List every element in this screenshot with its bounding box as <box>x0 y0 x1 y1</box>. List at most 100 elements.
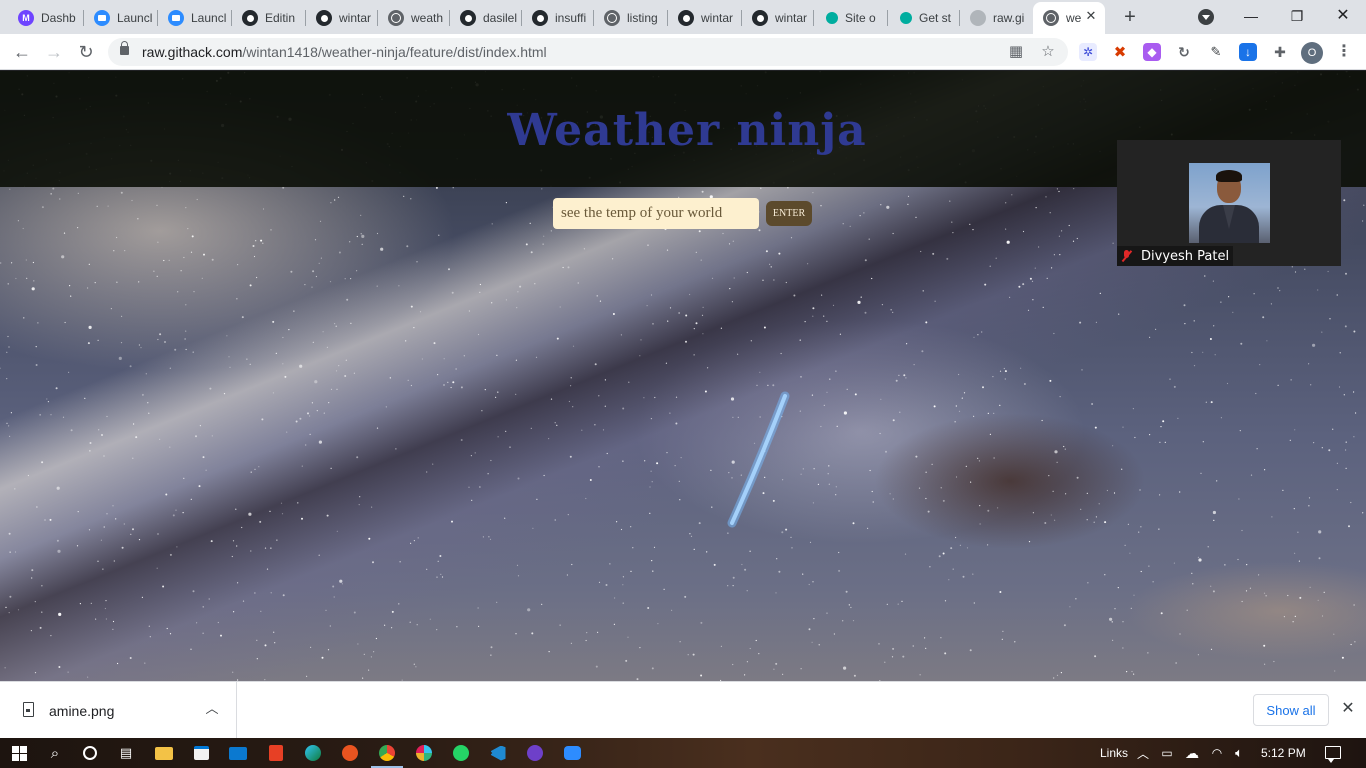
forward-icon[interactable]: → <box>42 40 66 64</box>
minimize-icon[interactable]: — <box>1228 0 1274 32</box>
star <box>1122 426 1124 428</box>
url-text[interactable]: raw.githack.com/wintan1418/weather-ninja… <box>142 44 547 60</box>
chrome-icon[interactable] <box>377 743 397 763</box>
close-window-icon[interactable]: ✕ <box>1320 0 1366 32</box>
tab-label: we <box>1066 11 1082 25</box>
star <box>266 568 269 570</box>
star <box>120 342 123 344</box>
show-all-button[interactable]: Show all <box>1253 694 1329 726</box>
tab-12[interactable]: Get st <box>888 4 960 32</box>
github-desktop-icon[interactable] <box>525 743 545 763</box>
cortana-icon[interactable] <box>80 743 100 763</box>
star <box>1048 475 1050 477</box>
store-icon[interactable] <box>191 743 211 763</box>
chevron-up-icon[interactable]: ︿ <box>205 702 219 716</box>
whatsapp-icon[interactable] <box>451 743 471 763</box>
tab-2[interactable]: Launcl <box>158 4 232 32</box>
star <box>360 233 362 235</box>
star <box>429 618 431 620</box>
slack-icon[interactable] <box>414 743 434 763</box>
tab-7[interactable]: insuffi <box>522 4 594 32</box>
star <box>9 188 11 190</box>
star <box>312 270 315 273</box>
notification-center-icon[interactable] <box>1325 746 1341 763</box>
qr-code-icon[interactable]: ▦ <box>1008 44 1024 60</box>
star <box>965 465 967 467</box>
edge-icon[interactable] <box>303 743 323 763</box>
star <box>1241 600 1243 603</box>
star <box>594 363 597 366</box>
city-search-input[interactable] <box>553 197 759 229</box>
tab-1[interactable]: Launcl <box>84 4 158 32</box>
onedrive-cloud-icon[interactable]: ☁ <box>1182 743 1202 763</box>
star <box>531 632 534 635</box>
star <box>205 469 207 471</box>
tab-0[interactable]: M Dashb <box>8 4 84 32</box>
battery-icon[interactable]: ▭ <box>1157 743 1177 763</box>
wifi-icon[interactable]: ◠ <box>1207 743 1227 763</box>
file-explorer-icon[interactable] <box>154 743 174 763</box>
volume-icon[interactable]: 🔈︎ <box>1229 743 1249 763</box>
extension-download-icon[interactable]: ↓ <box>1239 43 1257 61</box>
address-bar[interactable]: raw.githack.com/wintan1418/weather-ninja… <box>108 38 1068 66</box>
bookmark-star-icon[interactable]: ☆ <box>1040 44 1056 60</box>
tab-4[interactable]: wintar <box>306 4 378 32</box>
vscode-icon[interactable] <box>488 743 508 763</box>
links-toolbar-label[interactable]: Links <box>1100 746 1128 760</box>
star <box>417 537 419 539</box>
tab-search-icon[interactable] <box>1198 9 1214 25</box>
restore-icon[interactable]: ❐ <box>1274 0 1320 32</box>
windows-start-icon[interactable] <box>9 743 29 763</box>
tab-8[interactable]: listing <box>594 4 668 32</box>
star <box>113 560 115 562</box>
star <box>685 314 688 317</box>
reload-icon[interactable]: ↻ <box>74 40 98 64</box>
profile-avatar[interactable]: O <box>1301 42 1323 64</box>
task-view-icon[interactable]: ▤ <box>116 743 136 763</box>
star <box>463 355 465 357</box>
search-icon[interactable]: ⌕ <box>45 743 65 763</box>
star <box>955 476 958 478</box>
star <box>26 277 28 279</box>
star <box>1162 420 1165 423</box>
download-item[interactable]: amine.png ︿ <box>0 682 237 738</box>
tab-9[interactable]: wintar <box>668 4 742 32</box>
back-icon[interactable]: ← <box>10 40 34 64</box>
ubuntu-icon[interactable] <box>340 743 360 763</box>
star <box>849 225 851 227</box>
star <box>30 630 32 632</box>
extensions-puzzle-icon[interactable]: ✚ <box>1271 43 1289 61</box>
tab-13[interactable]: raw.gi <box>960 4 1032 32</box>
star <box>88 263 90 265</box>
star <box>190 498 192 500</box>
clock-time[interactable]: 5:12 PM <box>1261 746 1306 760</box>
star <box>852 522 855 525</box>
star <box>826 612 828 614</box>
close-shelf-icon[interactable]: ✕ <box>1339 700 1357 718</box>
zoom-video-window[interactable]: Divyesh Patel <box>1117 140 1341 266</box>
extension-cross-icon[interactable]: ✖ <box>1111 43 1129 61</box>
browser-menu-icon[interactable]: ⋮ <box>1336 42 1352 62</box>
new-tab-button[interactable]: + <box>1119 6 1141 28</box>
tab-3[interactable]: Editin <box>232 4 306 32</box>
extension-snowflake-icon[interactable]: ✲ <box>1079 43 1097 61</box>
tab-11[interactable]: Site o <box>814 4 888 32</box>
chevron-up-tray-icon[interactable]: ︿ <box>1133 743 1153 763</box>
extension-refresh-icon[interactable]: ↻ <box>1175 43 1193 61</box>
tab-14-active[interactable]: we ✕ <box>1033 2 1105 34</box>
extension-dropper-icon[interactable]: ✎ <box>1207 43 1225 61</box>
office-icon[interactable] <box>266 743 286 763</box>
close-tab-icon[interactable]: ✕ <box>1083 8 1099 24</box>
tab-10[interactable]: wintar <box>742 4 814 32</box>
zoom-taskbar-icon[interactable] <box>562 743 582 763</box>
star <box>1317 289 1319 291</box>
star <box>1027 309 1030 311</box>
star <box>346 298 349 301</box>
star <box>33 280 35 282</box>
enter-button[interactable]: ENTER <box>766 200 812 226</box>
mail-icon[interactable] <box>228 743 248 763</box>
extension-shape-icon[interactable]: ◆ <box>1143 43 1161 61</box>
star <box>477 333 480 336</box>
tab-6[interactable]: dasilel <box>450 4 522 32</box>
tab-5[interactable]: weath <box>378 4 450 32</box>
